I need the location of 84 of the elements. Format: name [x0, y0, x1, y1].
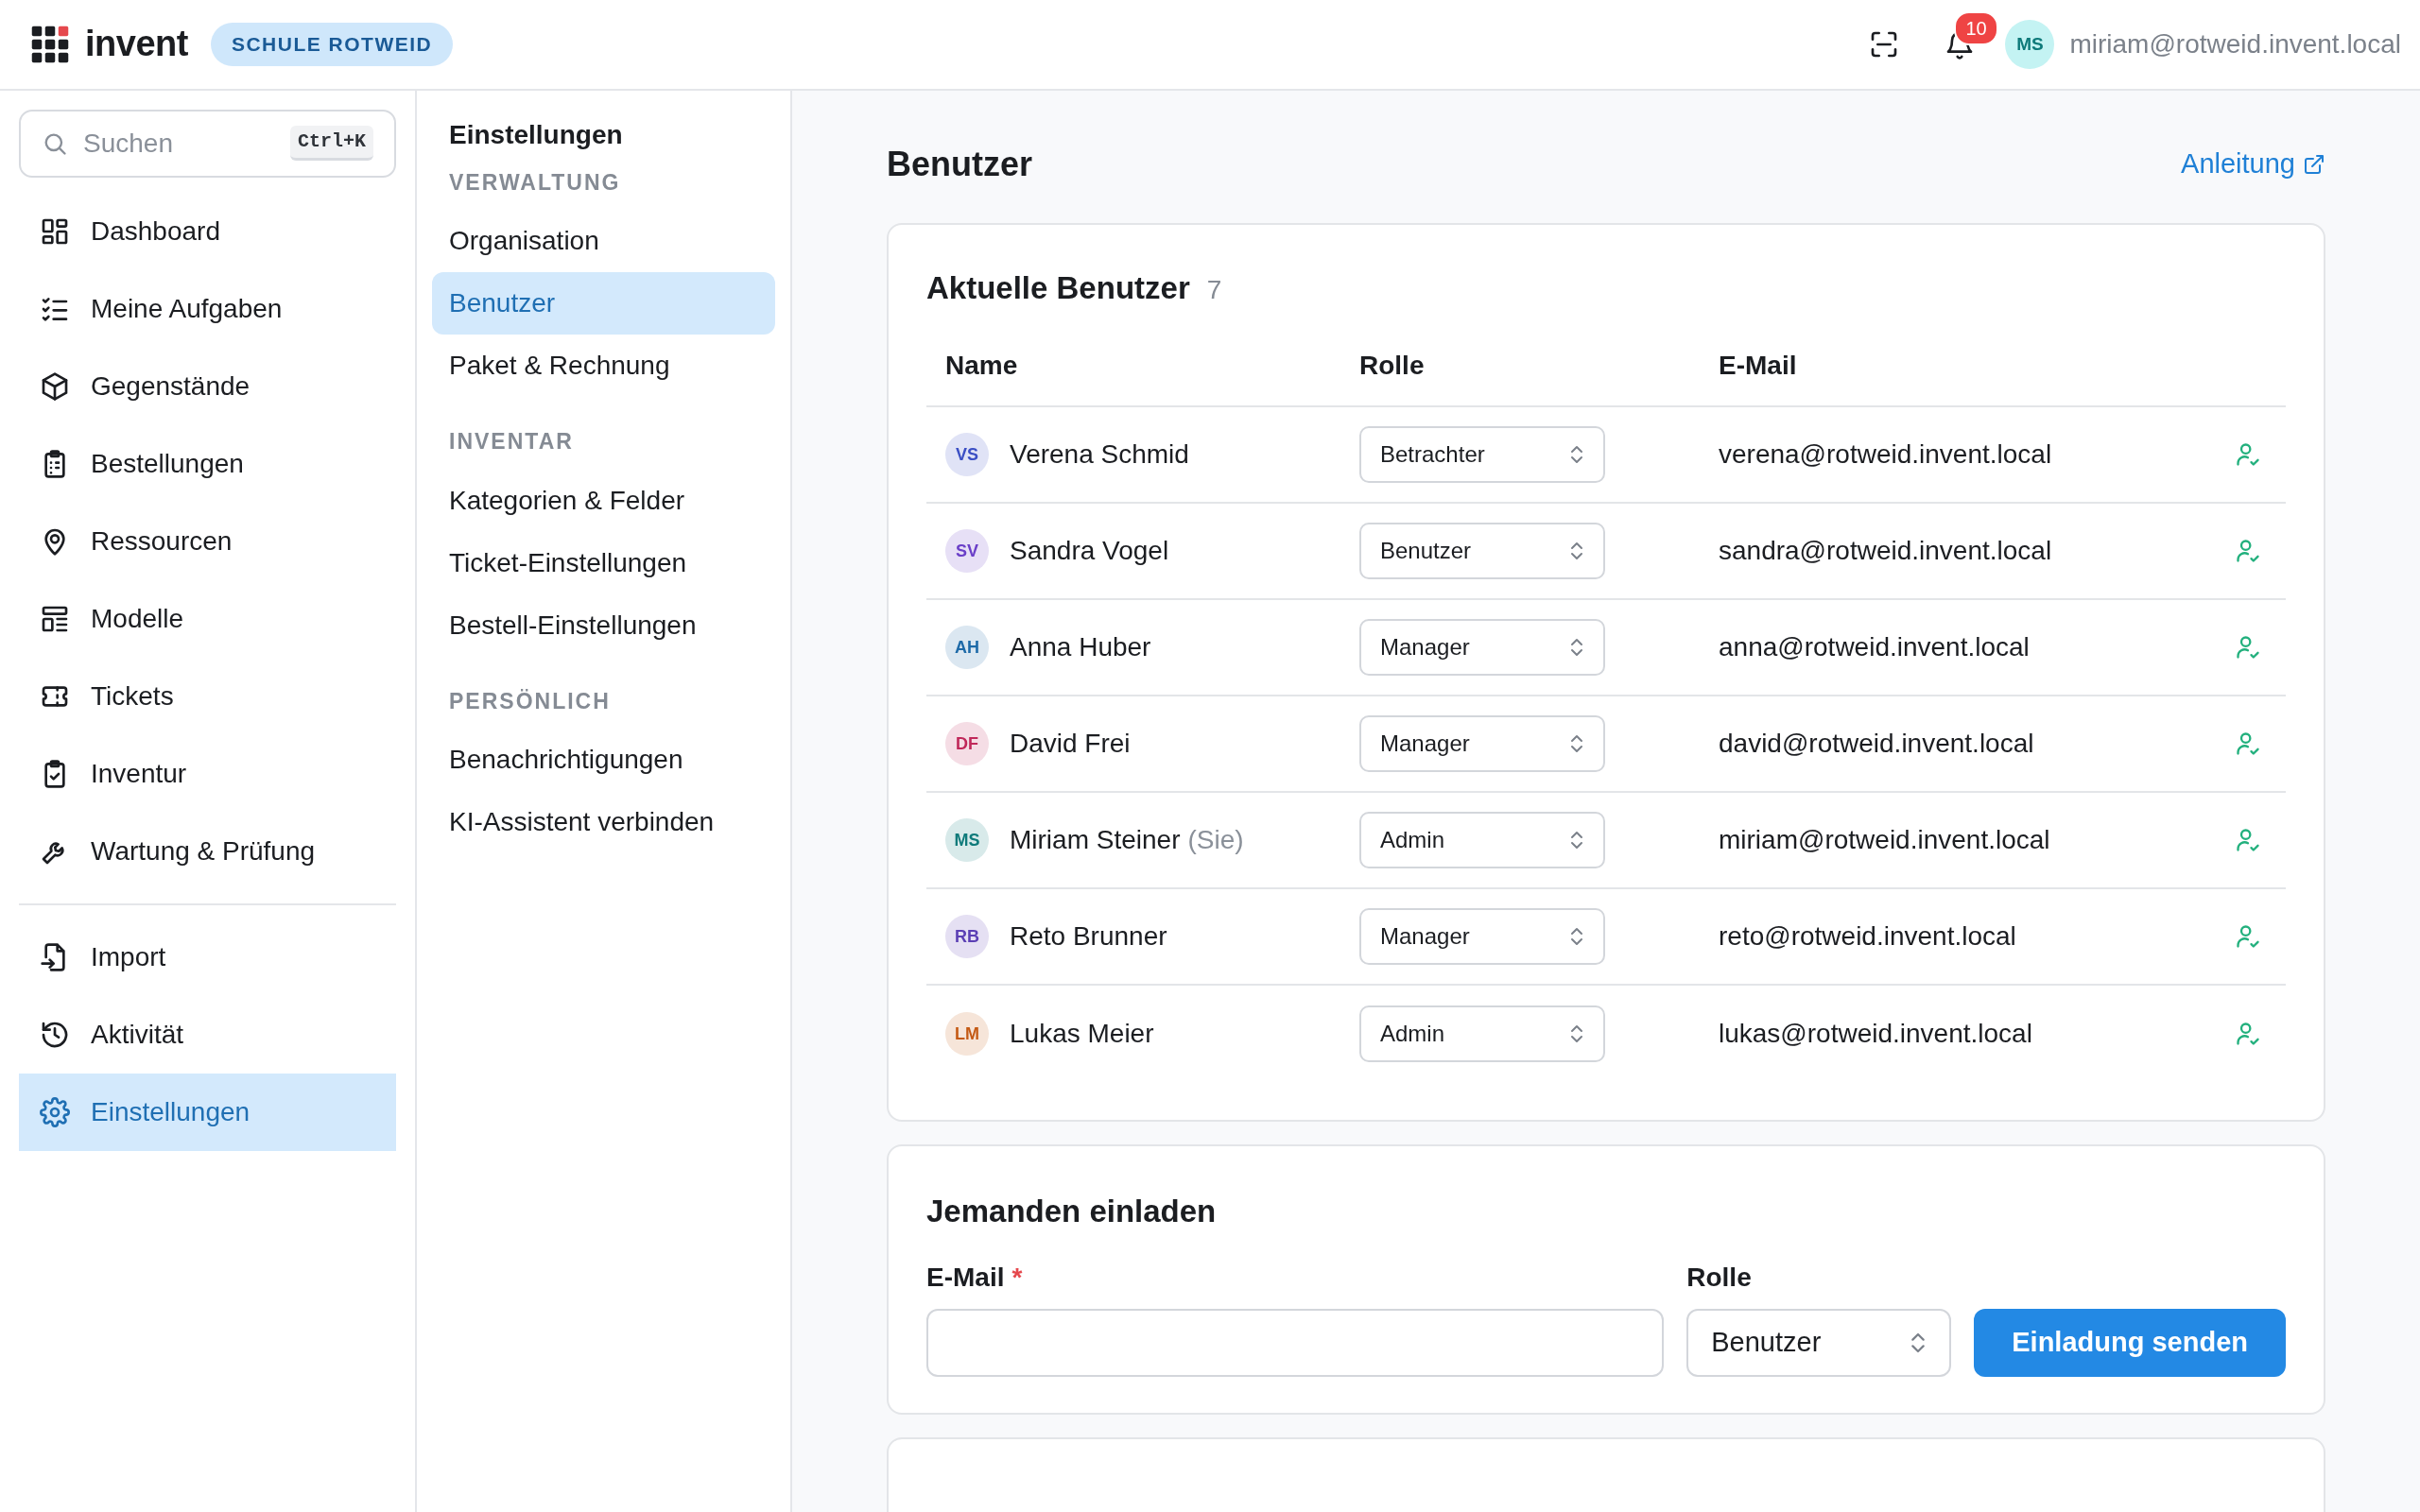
shortcut-key: Ctrl+K: [290, 126, 373, 161]
user-avatar: LM: [945, 1012, 989, 1056]
user-avatar[interactable]: MS: [2005, 19, 2055, 69]
settings-nav-item[interactable]: Bestell-Einstellungen: [432, 593, 775, 657]
role-select[interactable]: Benutzer: [1359, 523, 1605, 579]
user-avatar: DF: [945, 722, 989, 765]
user-email: verena@rotweid.invent.local: [1719, 439, 2052, 469]
user-name: Sandra Vogel: [1010, 535, 1169, 567]
user-name: Reto Brunner: [1010, 920, 1167, 953]
user-avatar: RB: [945, 915, 989, 958]
role-select[interactable]: Admin: [1359, 1005, 1605, 1062]
sidebar-item[interactable]: Modelle: [19, 579, 396, 658]
chevron-up-down-icon: [1569, 444, 1584, 465]
card-title: Jemanden einladen: [926, 1193, 1218, 1230]
send-invite-button[interactable]: Einladung senden: [1974, 1308, 2286, 1377]
settings-nav-item[interactable]: Paket & Rechnung: [432, 335, 775, 397]
user-name: Anna Huber: [1010, 631, 1151, 663]
settings-title: Einstellungen: [448, 118, 624, 151]
sidebar-item[interactable]: Tickets: [19, 657, 396, 735]
role-select[interactable]: Manager: [1359, 619, 1605, 676]
card-title: Aktuelle Benutzer: [926, 268, 1190, 307]
field-label: E-Mail: [926, 1261, 1005, 1294]
chevron-up-down-icon: [1569, 830, 1584, 850]
sidebar-item[interactable]: Inventur: [19, 734, 396, 813]
search-field[interactable]: Suchen Ctrl+K: [19, 109, 396, 178]
user-email: david@rotweid.invent.local: [1719, 729, 2034, 758]
settings-icon: [40, 1096, 70, 1127]
user-avatar: AH: [945, 626, 989, 669]
organization-badge: SCHULE ROTWEID: [210, 23, 454, 66]
user-name: Lukas Meier: [1010, 1018, 1154, 1050]
chevron-up-down-icon: [1569, 1023, 1584, 1044]
chevron-up-down-icon: [1569, 541, 1584, 561]
user-name: Miriam Steiner: [1010, 824, 1181, 856]
settings-nav-item[interactable]: KI-Assistent verbinden: [432, 791, 775, 853]
brand-name: invent: [85, 23, 188, 66]
cube-icon: [40, 370, 70, 402]
sidebar-item[interactable]: Ressourcen: [19, 502, 396, 580]
sidebar-item[interactable]: Import: [19, 918, 396, 996]
sidebar-item[interactable]: Einstellungen: [19, 1073, 396, 1151]
sidebar-item[interactable]: Aktivität: [19, 995, 396, 1074]
sidebar-item[interactable]: Bestellungen: [19, 424, 396, 503]
email-input[interactable]: [926, 1308, 1665, 1377]
sidebar-item[interactable]: Gegenstände: [19, 347, 396, 425]
user-avatar: SV: [945, 529, 989, 573]
chevron-up-down-icon: [1569, 637, 1584, 658]
role-select[interactable]: Manager: [1359, 715, 1605, 772]
chevron-up-down-icon: [1569, 926, 1584, 947]
user-name: David Frei: [1010, 728, 1131, 760]
user-name: Verena Schmid: [1010, 438, 1189, 471]
role-select[interactable]: Admin: [1359, 812, 1605, 868]
user-email: anna@rotweid.invent.local: [1719, 632, 2030, 662]
app-grid-icon: [30, 24, 70, 64]
column-header: E-Mail: [1719, 351, 1797, 380]
column-header: Rolle: [1359, 351, 1425, 380]
user-email: miriam@rotweid.invent.local: [2069, 27, 2401, 60]
role-select[interactable]: Betrachter: [1359, 426, 1605, 483]
settings-nav-item[interactable]: Organisation: [432, 210, 775, 272]
user-email: miriam@rotweid.invent.local: [1719, 825, 2050, 854]
page-title: Benutzer: [887, 143, 1033, 185]
notification-count: 10: [1954, 10, 1998, 45]
settings-nav-item[interactable]: Benutzer: [432, 272, 775, 335]
settings-nav-item[interactable]: Kategorien & Felder: [432, 469, 775, 532]
self-label: (Sie): [1187, 824, 1244, 856]
section-heading: VERWALTUNG: [448, 168, 622, 197]
column-header: Name: [945, 351, 1018, 380]
sidebar-item[interactable]: Dashboard: [19, 192, 396, 270]
user-count: 7: [1206, 273, 1222, 306]
sidebar-item[interactable]: Wartung & Prüfung: [19, 812, 396, 890]
role-select[interactable]: Manager: [1359, 908, 1605, 965]
settings-nav-item[interactable]: Benachrichtigungen: [432, 729, 775, 791]
help-link[interactable]: Anleitung: [2181, 143, 2325, 185]
required-mark: *: [1011, 1261, 1023, 1294]
field-label: Rolle: [1686, 1261, 1753, 1294]
section-heading: INVENTAR: [448, 428, 575, 455]
user-avatar: MS: [945, 818, 989, 862]
settings-nav-item[interactable]: Ticket-Einstellungen: [432, 531, 775, 594]
role-select[interactable]: Benutzer: [1686, 1308, 1952, 1377]
chevron-up-down-icon: [1569, 733, 1584, 754]
sidebar-item[interactable]: Meine Aufgaben: [19, 269, 396, 348]
section-heading: PERSÖNLICH: [448, 687, 612, 715]
user-email: lukas@rotweid.invent.local: [1719, 1019, 2032, 1048]
user-email: reto@rotweid.invent.local: [1719, 921, 2016, 951]
user-avatar: VS: [945, 433, 989, 476]
user-email: sandra@rotweid.invent.local: [1719, 536, 2052, 565]
